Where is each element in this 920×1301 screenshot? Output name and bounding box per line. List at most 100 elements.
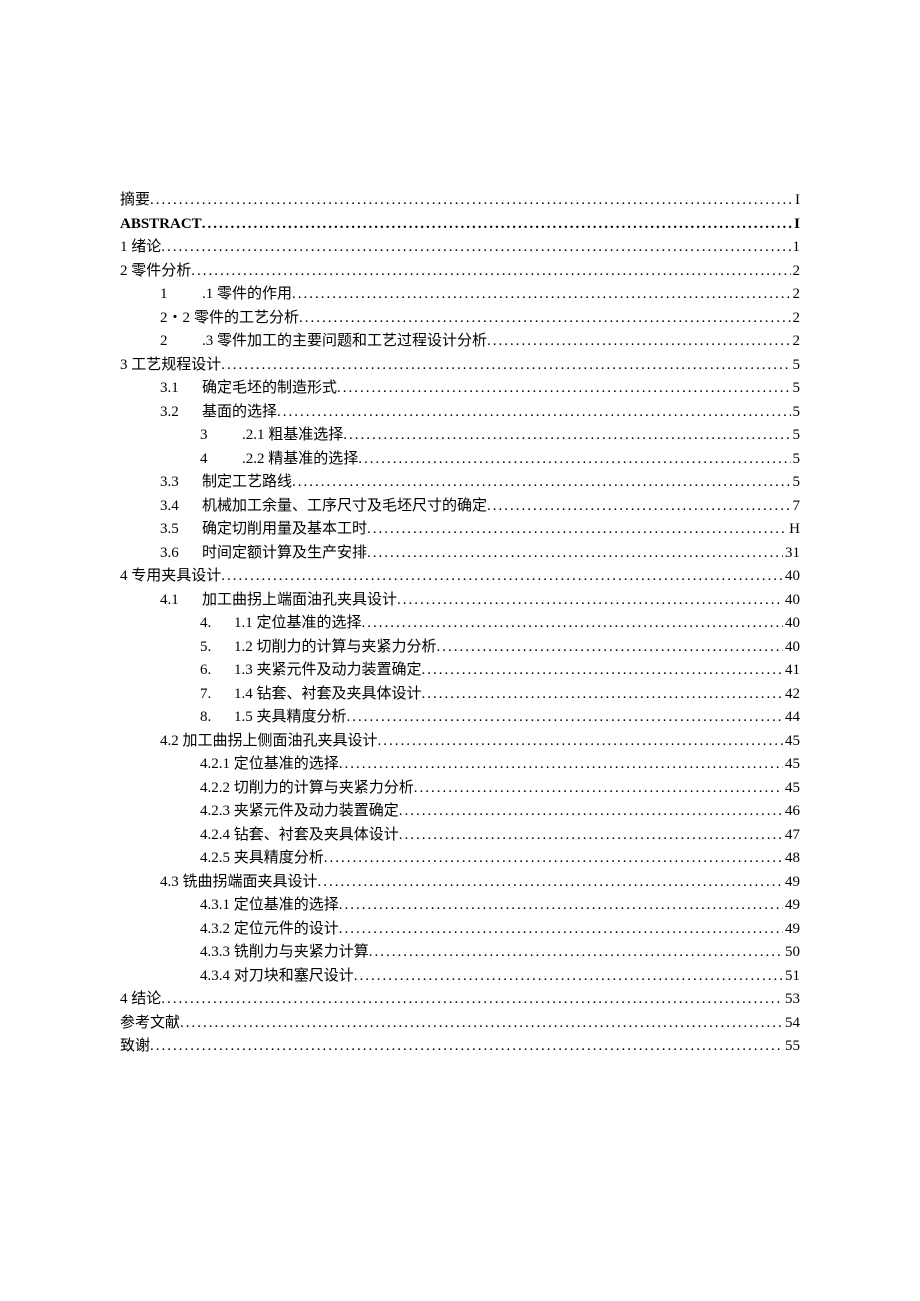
toc-page-number: 45: [783, 731, 800, 752]
toc-number: 3: [200, 425, 242, 446]
toc-label: 5.1.2 切削力的计算与夹紧力分析: [200, 637, 437, 658]
toc-title: 时间定额计算及生产安排: [202, 545, 367, 561]
toc-label: 1 绪论: [120, 237, 161, 258]
toc-entry: 3.5确定切削用量及基本工时 H: [120, 519, 800, 540]
toc-entry: 4.2 加工曲拐上侧面油孔夹具设计 45: [120, 731, 800, 752]
toc-label: 2 零件分析: [120, 261, 191, 282]
toc-label: 3.5确定切削用量及基本工时: [160, 519, 367, 540]
toc-entry: 5.1.2 切削力的计算与夹紧力分析 40: [120, 637, 800, 658]
toc-entry: 4.3.2 定位元件的设计 49: [120, 919, 800, 940]
toc-title: 4 专用夹具设计: [120, 568, 221, 584]
toc-leader-dots: [161, 237, 790, 258]
toc-entry: 6.1.3 夹紧元件及动力装置确定41: [120, 660, 800, 681]
toc-leader-dots: [161, 989, 783, 1010]
toc-leader-dots: [191, 261, 790, 282]
toc-title: 4 结论: [120, 991, 161, 1007]
toc-page-number: 45: [783, 754, 800, 775]
toc-title: 4.2.1 定位基准的选择: [200, 756, 339, 772]
toc-entry: 4.2.4 钻套、衬套及夹具体设计 47: [120, 825, 800, 846]
toc-leader-dots: [399, 825, 783, 846]
toc-page-number: 7: [791, 496, 801, 517]
toc-title: 4.2.3 夹紧元件及动力装置确定: [200, 803, 399, 819]
toc-page-number: 5: [791, 449, 801, 470]
toc-page-number: 40: [783, 590, 800, 611]
toc-label: 4.2.2 切削力的计算与夹紧力分析: [200, 778, 414, 799]
toc-page-number: 5: [791, 355, 801, 376]
toc-leader-dots: [292, 284, 790, 305]
toc-title: 4.2 加工曲拐上侧面油孔夹具设计: [160, 733, 378, 749]
toc-page-number: 40: [783, 637, 800, 658]
toc-entry: 3.4机械加工余量、工序尺寸及毛坯尺寸的确定7: [120, 496, 800, 517]
toc-entry: 8.1.5 夹具精度分析44: [120, 707, 800, 728]
toc-number: 7.: [200, 684, 234, 705]
toc-title: 加工曲拐上端面油孔夹具设计: [202, 592, 397, 608]
toc-page-number: 53: [783, 989, 800, 1010]
toc-title: 4.3.2 定位元件的设计: [200, 921, 339, 937]
toc-entry: ABSTRACTI: [120, 214, 800, 235]
toc-title: 4.2.4 钻套、衬套及夹具体设计: [200, 827, 399, 843]
toc-page-number: 47: [783, 825, 800, 846]
toc-title: .3 零件加工的主要问题和工艺过程设计分析: [202, 333, 487, 349]
toc-title: 4.3.4 对刀块和塞尺设计: [200, 968, 354, 984]
toc-entry: 4.2.5 夹具精度分析 48: [120, 848, 800, 869]
toc-label: 参考文献: [120, 1013, 180, 1034]
toc-title: 参考文献: [120, 1015, 180, 1031]
toc-title: 1 绪论: [120, 239, 161, 255]
toc-number: 3.2: [160, 402, 202, 423]
toc-label: 8.1.5 夹具精度分析: [200, 707, 347, 728]
toc-page-number: 45: [783, 778, 800, 799]
toc-leader-dots: [487, 496, 790, 517]
toc-entry: 摘要 I: [120, 190, 800, 211]
toc-title: 3 工艺规程设计: [120, 357, 221, 373]
toc-leader-dots: [487, 331, 790, 352]
toc-page-number: 55: [783, 1036, 800, 1057]
toc-entry: 4.3.1 定位基准的选择 49: [120, 895, 800, 916]
toc-leader-dots: [347, 707, 783, 728]
toc-title: 零件的工艺分析: [194, 310, 299, 326]
toc-page-number: 5: [791, 472, 801, 493]
toc-entry: 3 工艺规程设计 5: [120, 355, 800, 376]
toc-label: 4.3.2 定位元件的设计: [200, 919, 339, 940]
toc-label: 1.1 零件的作用: [160, 284, 292, 305]
toc-leader-dots: [358, 449, 790, 470]
toc-leader-dots: [414, 778, 783, 799]
toc-entry: 3.6时间定额计算及生产安排31: [120, 543, 800, 564]
toc-entry: 4.1.1 定位基准的选择40: [120, 613, 800, 634]
toc-number: 2・2: [160, 308, 194, 329]
toc-entry: 4.2.1 定位基准的选择 45: [120, 754, 800, 775]
toc-leader-dots: [362, 613, 783, 634]
toc-leader-dots: [318, 872, 783, 893]
toc-entry: 1 绪论 1: [120, 237, 800, 258]
toc-leader-dots: [324, 848, 783, 869]
toc-title: 机械加工余量、工序尺寸及毛坯尺寸的确定: [202, 498, 487, 514]
toc-leader-dots: [292, 472, 790, 493]
toc-leader-dots: [437, 637, 783, 658]
toc-leader-dots: [299, 308, 790, 329]
toc-label: 3.3制定工艺路线: [160, 472, 292, 493]
toc-page-number: 40: [783, 566, 800, 587]
toc-leader-dots: [180, 1013, 783, 1034]
toc-leader-dots: [397, 590, 783, 611]
toc-page-number: 1: [791, 237, 801, 258]
toc-leader-dots: [369, 942, 783, 963]
toc-page-number: 48: [783, 848, 800, 869]
toc-entry: 3.3制定工艺路线 5: [120, 472, 800, 493]
toc-leader-dots: [339, 754, 783, 775]
toc-entry: 参考文献54: [120, 1013, 800, 1034]
toc-title: 基面的选择: [202, 404, 277, 420]
toc-page-number: 2: [791, 261, 801, 282]
toc-page-number: I: [793, 190, 800, 211]
toc-leader-dots: [367, 543, 783, 564]
toc-label: 3.2基面的选择: [160, 402, 277, 423]
toc-entry: 3.1确定毛坯的制造形式5: [120, 378, 800, 399]
toc-title: 致谢: [120, 1038, 150, 1054]
toc-number: 3.5: [160, 519, 202, 540]
toc-label: 3 工艺规程设计: [120, 355, 221, 376]
toc-label: 3.2.1 粗基准选择: [200, 425, 343, 446]
toc-entry: 4.3.3 铣削力与夹紧力计算 50: [120, 942, 800, 963]
toc-title: 1.5 夹具精度分析: [234, 709, 347, 725]
toc-title: 4.3.1 定位基准的选择: [200, 897, 339, 913]
toc-label: 6.1.3 夹紧元件及动力装置确定: [200, 660, 422, 681]
toc-page-number: 5: [791, 378, 801, 399]
toc-title: .2.2 精基准的选择: [242, 451, 358, 467]
